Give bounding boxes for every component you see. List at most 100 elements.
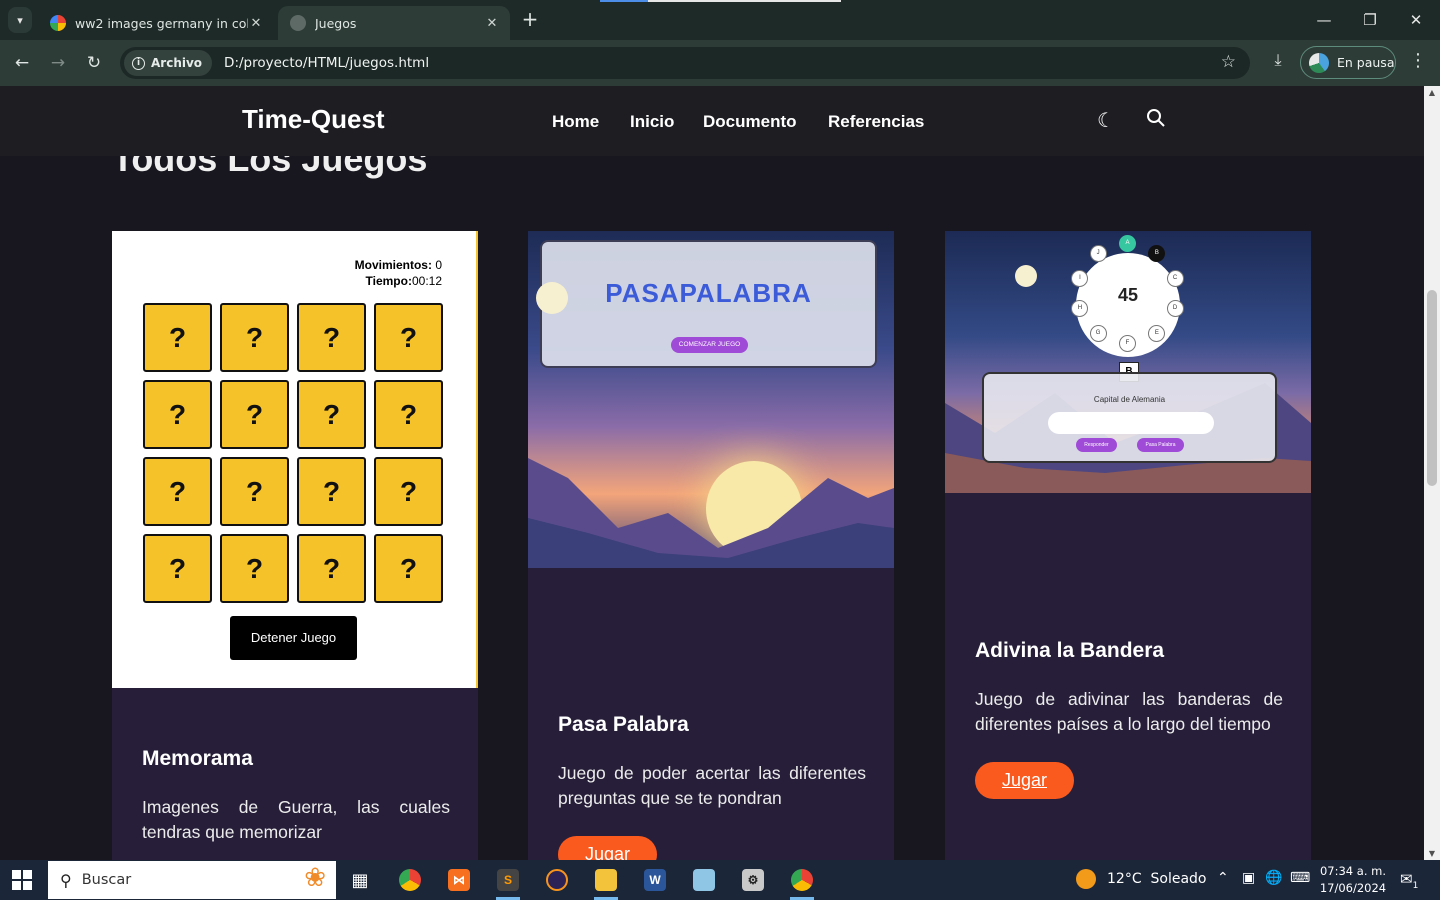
site-info-chip[interactable]: i Archivo (124, 50, 213, 76)
notepad-icon[interactable] (684, 864, 724, 896)
profile-button[interactable]: En pausa (1300, 46, 1396, 79)
sublime-text-icon[interactable]: S (488, 864, 528, 900)
search-icon[interactable] (1144, 108, 1168, 132)
nav-home[interactable]: Home (552, 112, 599, 132)
xampp-icon[interactable]: ⋈ (439, 864, 479, 896)
site-info-label: Archivo (151, 56, 203, 70)
taskbar-search[interactable]: ⚲ Buscar ❀ (48, 861, 336, 899)
close-icon[interactable]: ✕ (1404, 8, 1428, 32)
file-explorer-icon[interactable] (586, 864, 626, 900)
chevron-up-icon[interactable]: ⌃ (1217, 870, 1229, 886)
eclipse-icon[interactable] (537, 864, 577, 896)
info-icon: i (132, 56, 145, 70)
letter-bubble: J (1089, 244, 1107, 262)
bookmark-star-icon[interactable]: ☆ (1221, 52, 1236, 72)
memory-card-cell[interactable]: ? (297, 457, 366, 526)
tab-ww2-images[interactable]: ww2 images germany in color - ✕ (38, 6, 274, 40)
memory-card-cell[interactable]: ? (374, 457, 443, 526)
database-tool-icon[interactable]: ⚙ (733, 864, 773, 896)
notifications-icon[interactable]: ✉1 (1400, 870, 1418, 891)
question-text: Capital de Alemania (1093, 395, 1166, 404)
tab-search-dropdown-icon[interactable]: ▾ (8, 7, 32, 33)
nav-inicio[interactable]: Inicio (630, 112, 674, 132)
moon-graphic (1015, 265, 1037, 287)
memory-card-cell[interactable]: ? (220, 380, 289, 449)
card-title: Adivina la Bandera (975, 639, 1165, 662)
memory-card-cell[interactable]: ? (220, 534, 289, 603)
answer-button[interactable]: Responder (1076, 438, 1117, 452)
memory-card-cell[interactable]: ? (374, 380, 443, 449)
game-card-memorama: Movimientos: 0 Tiempo:00:12 ????????????… (112, 231, 478, 860)
globe-icon[interactable]: 🌐 (1265, 870, 1282, 886)
site-logo[interactable]: Time-Quest (242, 104, 385, 135)
more-menu-icon[interactable]: ⋮ (1408, 50, 1428, 76)
word-icon[interactable]: W (635, 864, 675, 896)
close-tab-icon[interactable]: ✕ (248, 16, 264, 31)
weather-widget[interactable]: 12°C Soleado (1076, 869, 1206, 889)
page-viewport: Time-Quest Home Inicio Documento Referen… (0, 86, 1424, 860)
scroll-down-icon[interactable]: ▼ (1424, 849, 1440, 858)
memory-card-cell[interactable]: ? (143, 380, 212, 449)
globe-favicon-icon (290, 15, 306, 31)
butterfly-icon: ❀ (304, 863, 326, 893)
page-scrollbar[interactable]: ▲ ▼ (1424, 86, 1440, 860)
keyboard-icon[interactable]: ⌨ (1290, 870, 1310, 886)
nav-documento[interactable]: Documento (703, 112, 797, 132)
clock[interactable]: 07:34 a. m. 17/06/2024 (1318, 863, 1388, 897)
weather-text: 12°C Soleado (1107, 871, 1207, 887)
download-icon[interactable]: ⤓ (1266, 50, 1290, 76)
memory-card-cell[interactable]: ? (374, 303, 443, 372)
windows-start-icon[interactable] (12, 870, 34, 890)
card-description: Juego de poder acertar las diferentes pr… (558, 763, 866, 808)
pass-button[interactable]: Pasa Palabra (1137, 438, 1184, 452)
url-text[interactable]: D:/proyecto/HTML/juegos.html (224, 55, 429, 71)
time-stat: Tiempo:00:12 (366, 274, 442, 288)
task-view-icon[interactable]: ▦ (340, 864, 380, 896)
card-title: Pasa Palabra (558, 713, 689, 736)
reload-icon[interactable]: ↻ (81, 50, 107, 76)
forward-arrow-icon[interactable]: → (45, 50, 71, 76)
letter-bubble: B (1148, 244, 1166, 262)
back-arrow-icon[interactable]: ← (9, 50, 35, 76)
moon-icon[interactable]: ☾ (1094, 108, 1118, 132)
answer-input[interactable] (1048, 412, 1214, 434)
game-card-pasa-palabra: PASAPALABRA COMENZAR JUEGO Pasa Palabra … (528, 231, 894, 860)
scrollbar-thumb[interactable] (1427, 290, 1437, 486)
countdown: 45 (1117, 285, 1139, 305)
avatar (1309, 52, 1329, 73)
memorama-preview: Movimientos: 0 Tiempo:00:12 ????????????… (112, 231, 478, 688)
letter-bubble: F (1119, 335, 1136, 352)
memory-card-cell[interactable]: ? (143, 534, 212, 603)
memory-card-cell[interactable]: ? (374, 534, 443, 603)
stop-game-button[interactable]: Detener Juego (230, 616, 357, 660)
nav-referencias[interactable]: Referencias (828, 112, 924, 132)
chrome-icon[interactable] (390, 864, 430, 896)
camera-icon[interactable]: ▣ (1242, 870, 1255, 886)
memory-card-cell[interactable]: ? (297, 534, 366, 603)
restore-icon[interactable]: ❐ (1358, 8, 1382, 32)
loading-indicator-progress (600, 0, 648, 2)
minimize-icon[interactable]: — (1312, 8, 1336, 32)
play-button[interactable]: Jugar (975, 762, 1074, 799)
moves-label: Movimientos: (354, 258, 432, 272)
new-tab-button[interactable]: + (518, 8, 542, 32)
browser-toolbar: ← → ↻ i Archivo D:/proyecto/HTML/juegos.… (0, 40, 1440, 86)
chrome-profile-icon[interactable] (782, 864, 822, 900)
memory-card-cell[interactable]: ? (220, 457, 289, 526)
play-button[interactable]: Jugar (558, 836, 657, 860)
memory-card-cell[interactable]: ? (143, 457, 212, 526)
memory-card-cell[interactable]: ? (297, 380, 366, 449)
tab-juegos[interactable]: Juegos ✕ (278, 6, 510, 40)
memory-card-cell[interactable]: ? (143, 303, 212, 372)
moves-stat: Movimientos: 0 (355, 258, 442, 272)
close-tab-icon[interactable]: ✕ (484, 16, 500, 31)
memory-card-cell[interactable]: ? (220, 303, 289, 372)
address-bar[interactable]: i Archivo D:/proyecto/HTML/juegos.html ☆ (120, 47, 1250, 79)
scroll-up-icon[interactable]: ▲ (1424, 88, 1440, 97)
moves-value: 0 (435, 258, 442, 272)
memory-grid: ???????????????? (143, 303, 443, 603)
taskbar: ⚲ Buscar ❀ ▦ ⋈ S W ⚙ 12°C Soleado ⌃ ▣ 🌐 … (0, 860, 1440, 900)
search-placeholder: Buscar (81, 872, 132, 888)
memory-card-cell[interactable]: ? (297, 303, 366, 372)
start-game-button[interactable]: COMENZAR JUEGO (671, 337, 748, 353)
